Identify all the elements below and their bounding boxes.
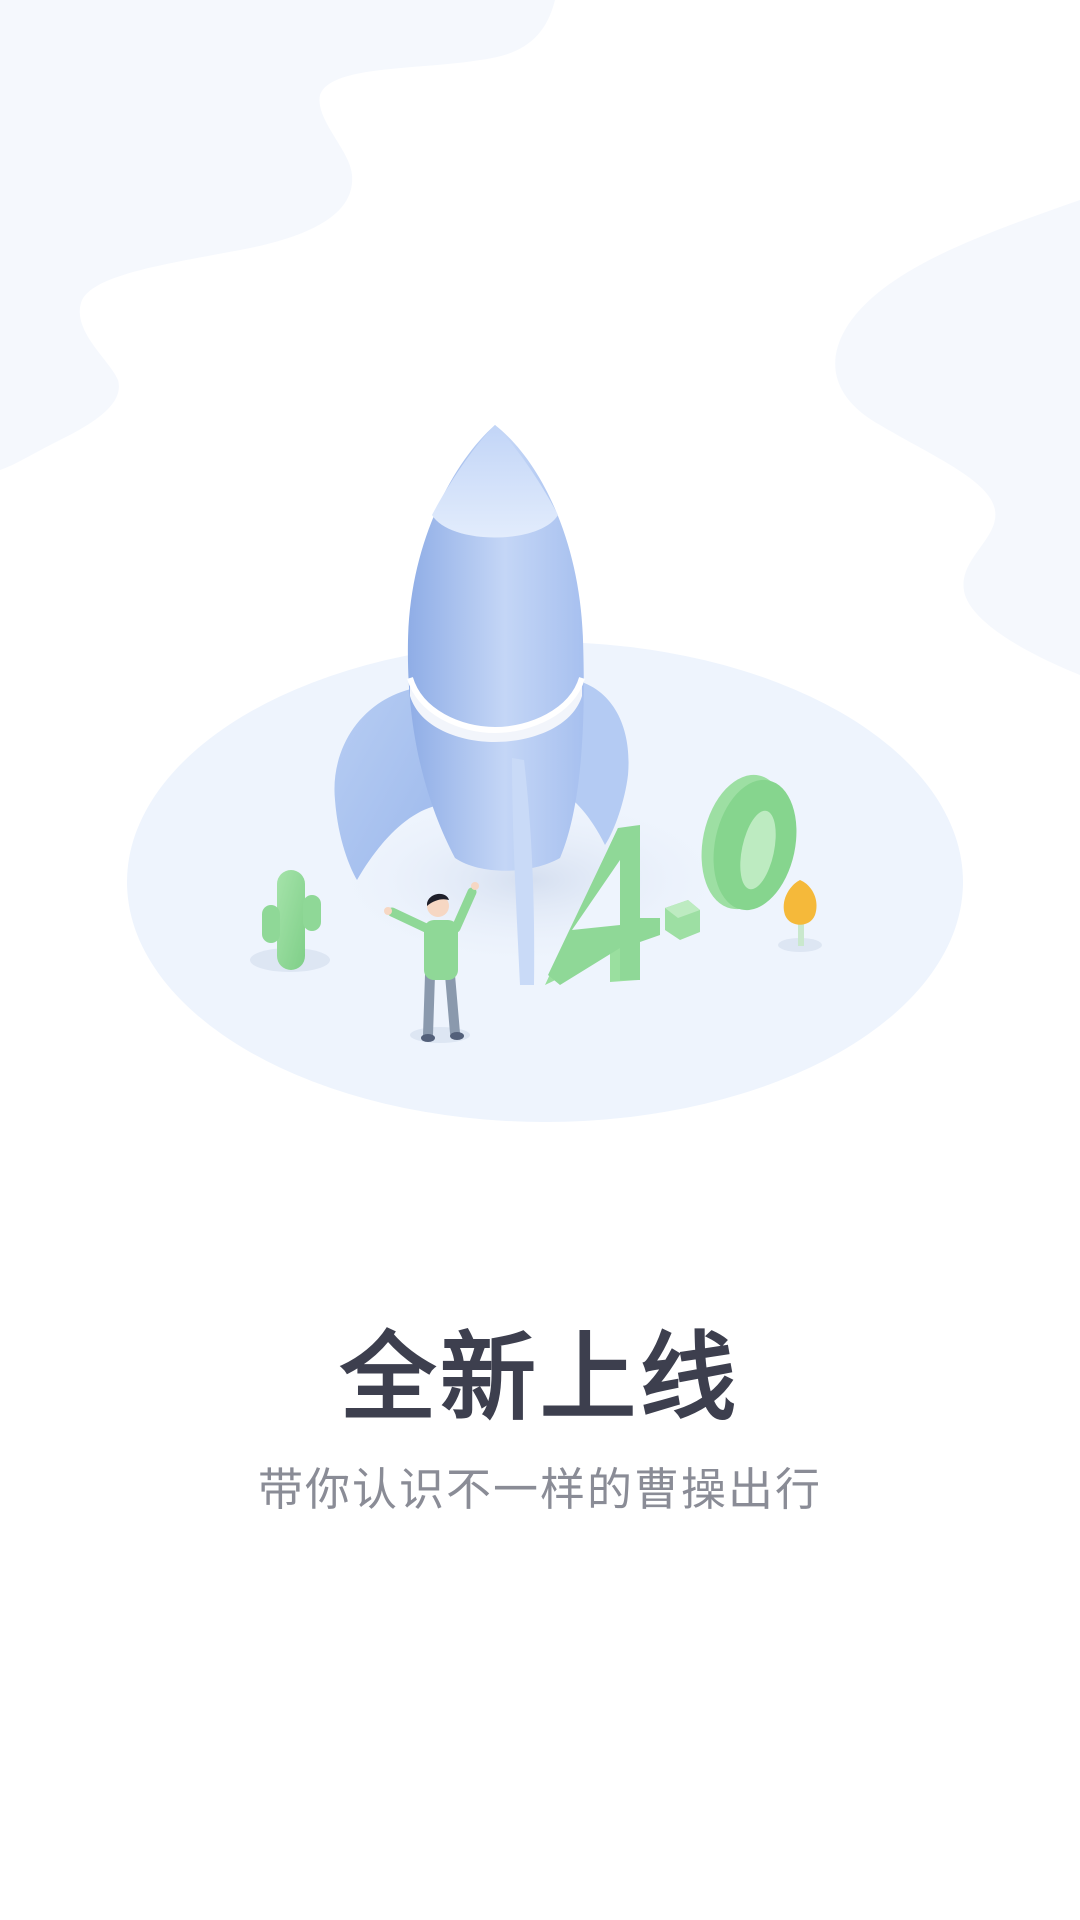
- rocket-illustration: [127, 425, 963, 1122]
- page-title: 全新上线: [340, 1322, 740, 1434]
- page-subtitle: 带你认识不一样的曹操出行: [257, 1463, 822, 1516]
